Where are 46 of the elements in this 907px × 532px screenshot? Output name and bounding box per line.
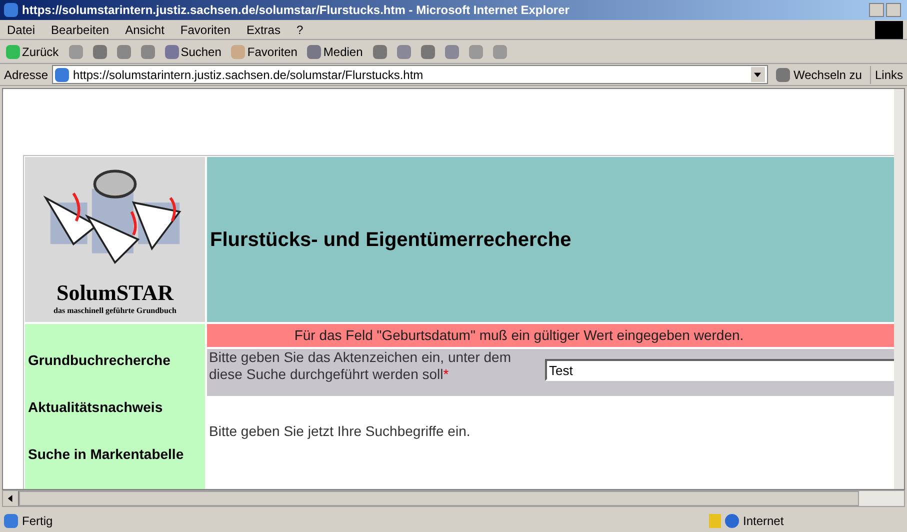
toolbar-button[interactable] <box>90 44 109 58</box>
field-label: Bitte geben Sie das Aktenzeichen ein, unter dem diese Suche durchgeführt werden soll* <box>208 349 512 384</box>
menu-item[interactable]: Bearbeiten <box>48 20 112 38</box>
logo-tagline: das maschinell geführte Grundbuch <box>54 305 176 317</box>
menu-item[interactable]: Datei <box>4 20 38 38</box>
window-title: https://solumstarintern.justiz.sachsen.de/solumstar/Flurstucks.htm - Microsoft Internet Explorer <box>22 2 570 19</box>
minimize-button[interactable] <box>869 3 884 17</box>
toolbar-button[interactable] <box>370 44 389 58</box>
menu-item[interactable]: Ansicht <box>122 20 168 38</box>
toolbar-button[interactable] <box>394 44 413 58</box>
toolbar-button[interactable] <box>418 44 437 58</box>
horizontal-scrollbar[interactable] <box>2 490 905 507</box>
toolbar-button[interactable] <box>442 44 461 58</box>
maximize-button[interactable] <box>886 3 901 17</box>
left-arrow-icon <box>7 495 14 502</box>
toolbar-button[interactable] <box>66 44 85 58</box>
zone-text: Internet <box>743 513 785 530</box>
toolbar-button[interactable]: Medien <box>305 42 365 60</box>
toolbar-button[interactable]: Favoriten <box>229 42 300 60</box>
scroll-left-button[interactable] <box>3 491 19 506</box>
nav-link[interactable]: Aktualitätsnachweis <box>28 397 205 418</box>
logo-text: SolumSTAR <box>56 281 174 305</box>
case-number-field[interactable]: Test <box>545 359 894 381</box>
page-heading: Flurstücks- und Eigentümerrecherche <box>210 228 572 252</box>
toolbar-button[interactable] <box>466 44 485 58</box>
nav-link[interactable]: Grundbuchrecherche <box>28 350 205 371</box>
address-label: Adresse <box>4 66 48 84</box>
menu-item[interactable]: ? <box>293 20 306 38</box>
scroll-thumb[interactable] <box>19 491 859 506</box>
toolbar-button[interactable]: Zurück <box>4 42 61 60</box>
toolbar-button[interactable] <box>490 44 509 58</box>
status-text: Fertig <box>22 513 54 530</box>
instruction-text: Bitte geben Sie jetzt Ihre Suchbegriffe ein. <box>208 422 472 441</box>
nav-link[interactable]: Suche in Markentabelle <box>28 444 205 465</box>
toolbar-button[interactable] <box>114 44 133 58</box>
error-message: Für das Feld "Geburtsdatum" muß ein gültiger Wert eingegeben werden. <box>207 324 894 347</box>
go-button[interactable]: Wechseln zu <box>772 66 866 84</box>
dropdown-button[interactable] <box>750 67 764 82</box>
toolbar-button[interactable]: Suchen <box>162 42 224 60</box>
menu-item[interactable]: Favoriten <box>177 20 234 38</box>
toolbar-button[interactable] <box>138 44 157 58</box>
vertical-scrollbar[interactable] <box>894 89 904 489</box>
menu-item[interactable]: Extras <box>243 20 284 38</box>
down-arrow-icon <box>754 71 761 78</box>
address-field[interactable]: https://solumstarintern.justiz.sachsen.de/solumstar/Flurstucks.htm <box>52 65 768 84</box>
links-button[interactable]: Links <box>870 66 903 84</box>
